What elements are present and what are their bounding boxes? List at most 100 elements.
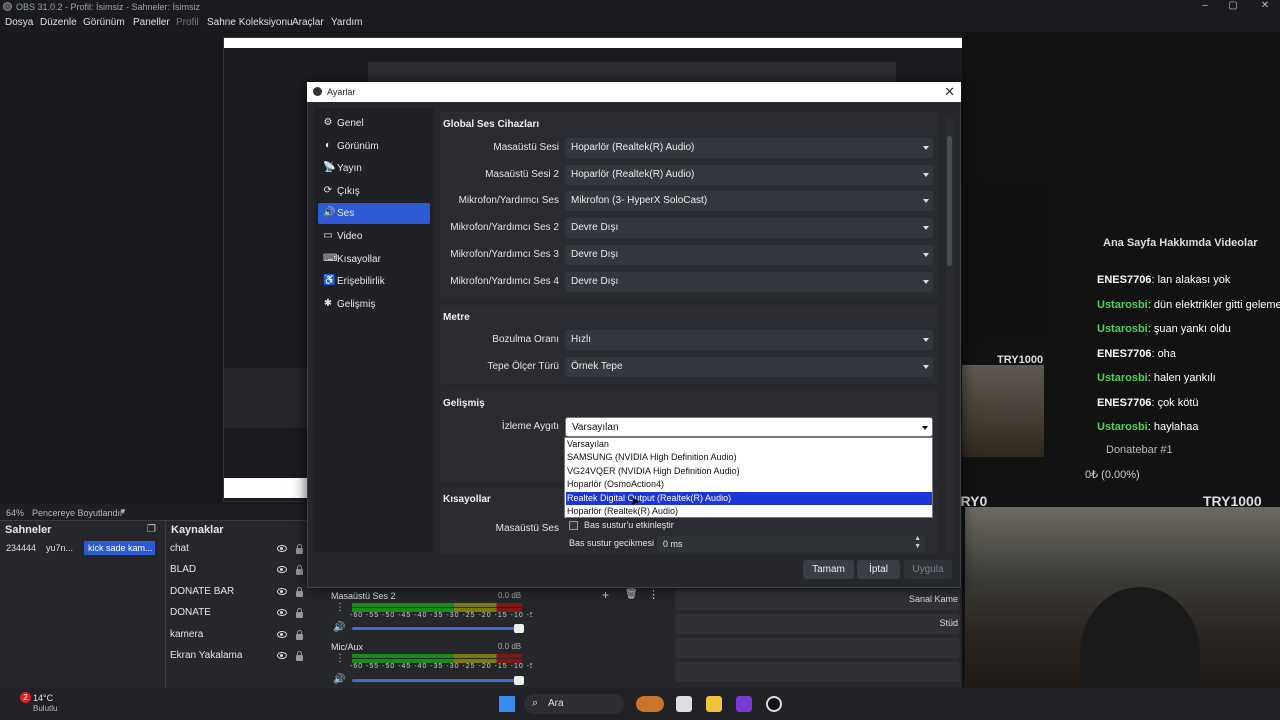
- minimize-icon[interactable]: –: [1190, 0, 1220, 14]
- settings-nav-item-5[interactable]: ▭ Video: [318, 226, 430, 247]
- lock-icon[interactable]: [296, 608, 303, 619]
- settings-nav-item-2[interactable]: 📡 Yayın: [318, 158, 430, 179]
- setting-select-value: Devre Dışı: [571, 222, 619, 234]
- lock-icon[interactable]: [296, 651, 303, 661]
- scene-item-active[interactable]: kick sade kam...: [84, 541, 155, 555]
- trash-icon[interactable]: 🗑: [625, 589, 638, 600]
- setting-select[interactable]: Hızlı: [565, 330, 933, 350]
- ok-button[interactable]: Tamam: [803, 560, 854, 579]
- zoom-level[interactable]: 64%: [6, 508, 24, 518]
- source-item[interactable]: Ekran Yakalama: [170, 650, 242, 661]
- spin-up-icon[interactable]: ▲: [914, 535, 921, 542]
- menu-help[interactable]: Yardım: [331, 17, 363, 28]
- menu-scene-collection[interactable]: Sahne Koleksiyonu: [207, 17, 293, 28]
- push-to-mute-delay-input[interactable]: 0 ms ▲ ▼: [657, 535, 925, 552]
- source-item[interactable]: kamera: [170, 629, 203, 640]
- setting-select[interactable]: Mikrofon (3- HyperX SoloCast): [565, 191, 933, 212]
- eye-icon[interactable]: [277, 545, 287, 552]
- menu-file[interactable]: Dosya: [5, 17, 33, 28]
- setting-select[interactable]: Hoparlör (Realtek(R) Audio): [565, 164, 933, 185]
- control-button[interactable]: [675, 662, 960, 682]
- fit-to-window[interactable]: Pencereye Boyutlandır: [32, 508, 123, 518]
- setting-select[interactable]: Hoparlör (Realtek(R) Audio): [565, 138, 933, 158]
- settings-nav-item-8[interactable]: ✱ Gelişmiş: [318, 294, 430, 315]
- dropdown-option[interactable]: Hoparlör (OsmoAction4): [566, 478, 932, 491]
- scrollbar-thumb[interactable]: [947, 136, 952, 266]
- source-item[interactable]: DONATE: [170, 607, 211, 618]
- lock-icon[interactable]: [296, 565, 303, 576]
- settings-nav-item-1[interactable]: ◐ Görünüm: [318, 136, 430, 157]
- spin-down-icon[interactable]: ▼: [914, 543, 921, 550]
- app-icon[interactable]: [736, 696, 752, 712]
- control-button[interactable]: Sanal Kame: [675, 590, 960, 610]
- menu-docks[interactable]: Paneller: [133, 17, 170, 28]
- menu-tools[interactable]: Araçlar: [292, 17, 324, 28]
- maximize-icon[interactable]: ▢: [1218, 0, 1248, 14]
- windows-start-icon[interactable]: [499, 696, 515, 712]
- chat-text: şuan yankı oldu: [1153, 323, 1231, 335]
- close-window-icon[interactable]: ✕: [1250, 0, 1280, 14]
- eye-icon[interactable]: [277, 587, 287, 595]
- push-to-mute-checkbox[interactable]: [569, 521, 578, 530]
- monitor-device-select[interactable]: Varsayılan: [565, 417, 933, 437]
- weather-temp[interactable]: 14°C: [33, 693, 53, 703]
- settings-nav-item-0[interactable]: ⚙ Genel: [318, 113, 430, 134]
- dock-float-icon[interactable]: ❐: [147, 524, 156, 535]
- obs-logo-icon: [3, 2, 12, 11]
- chevron-down-icon[interactable]: ▼: [119, 507, 127, 516]
- lock-icon[interactable]: [296, 544, 303, 554]
- meter-ticks: -60 -55 -50 -45 -40 -35 -30 -25 -20 -15 …: [350, 612, 543, 619]
- setting-label: Mikrofon/Yardımcı Ses 2: [450, 222, 559, 234]
- add-icon[interactable]: +: [602, 588, 609, 602]
- dropdown-option[interactable]: Hoparlör (Realtek(R) Audio): [566, 505, 932, 518]
- menu-edit[interactable]: Düzenle: [40, 17, 77, 28]
- obs-taskbar-icon[interactable]: [766, 696, 782, 712]
- source-item[interactable]: chat: [170, 543, 189, 554]
- settings-nav-item-4[interactable]: 🔊 Ses: [318, 203, 430, 225]
- more-icon[interactable]: ⋮: [648, 588, 659, 601]
- settings-nav-item-3[interactable]: ⟳ Çıkış: [318, 181, 430, 202]
- chevron-down-icon: [923, 226, 929, 231]
- speaker-icon[interactable]: 🔊: [333, 674, 345, 685]
- chat-text: halen yankılı: [1153, 372, 1216, 384]
- close-icon[interactable]: ✕: [944, 84, 955, 100]
- lock-icon[interactable]: [296, 629, 303, 640]
- mixer-menu-icon[interactable]: ⋮: [335, 602, 345, 613]
- volume-slider[interactable]: [352, 624, 524, 633]
- scene-item[interactable]: 234444: [6, 543, 36, 553]
- control-button[interactable]: [675, 638, 960, 658]
- dropdown-option[interactable]: Varsayılan: [566, 438, 932, 451]
- section-title-global: Global Ses Cihazları: [443, 119, 540, 130]
- lock-icon[interactable]: [296, 586, 303, 597]
- mixer-menu-icon[interactable]: ⋮: [335, 653, 345, 664]
- menu-view[interactable]: Görünüm: [83, 17, 125, 28]
- window-title: OBS 31.0.2 - Profil: İsimsiz - Sahneler:…: [16, 2, 201, 12]
- file-explorer-icon[interactable]: [706, 696, 722, 712]
- setting-label: Mikrofon/Yardımcı Ses: [458, 195, 559, 207]
- eye-icon[interactable]: [277, 652, 287, 659]
- eye-icon[interactable]: [277, 630, 287, 638]
- setting-select[interactable]: Örnek Tepe: [565, 356, 933, 377]
- apply-button[interactable]: Uygula: [904, 560, 952, 579]
- chat-username: Ustarosbi: [1097, 323, 1148, 335]
- setting-select[interactable]: Devre Dışı: [565, 244, 933, 265]
- task-view-icon[interactable]: [676, 696, 692, 712]
- source-item[interactable]: DONATE BAR: [170, 586, 234, 597]
- settings-scrollbar[interactable]: [946, 118, 953, 553]
- dropdown-option[interactable]: Realtek Digital Output (Realtek(R) Audio…: [566, 491, 932, 505]
- settings-nav-item-7[interactable]: ♿ Erişebilirlik: [318, 271, 430, 292]
- setting-select[interactable]: Devre Dışı: [565, 271, 933, 292]
- widget-icon[interactable]: [636, 696, 664, 712]
- menu-profile[interactable]: Profil: [176, 17, 199, 28]
- setting-select[interactable]: Devre Dışı: [565, 218, 933, 239]
- control-button[interactable]: Stüd: [675, 614, 960, 634]
- dropdown-option[interactable]: SAMSUNG (NVIDIA High Definition Audio): [566, 451, 932, 464]
- settings-nav-item-6[interactable]: ⌨ Kısayollar: [318, 249, 430, 270]
- search-box[interactable]: ⌕ Ara: [524, 694, 624, 714]
- source-item[interactable]: BLAD: [170, 564, 196, 575]
- cancel-button[interactable]: İptal: [857, 560, 900, 579]
- speaker-icon[interactable]: 🔊: [333, 622, 345, 633]
- scene-item[interactable]: yu7n...: [46, 543, 73, 553]
- volume-slider[interactable]: [352, 676, 524, 685]
- dropdown-option[interactable]: VG24VQER (NVIDIA High Definition Audio): [566, 465, 932, 478]
